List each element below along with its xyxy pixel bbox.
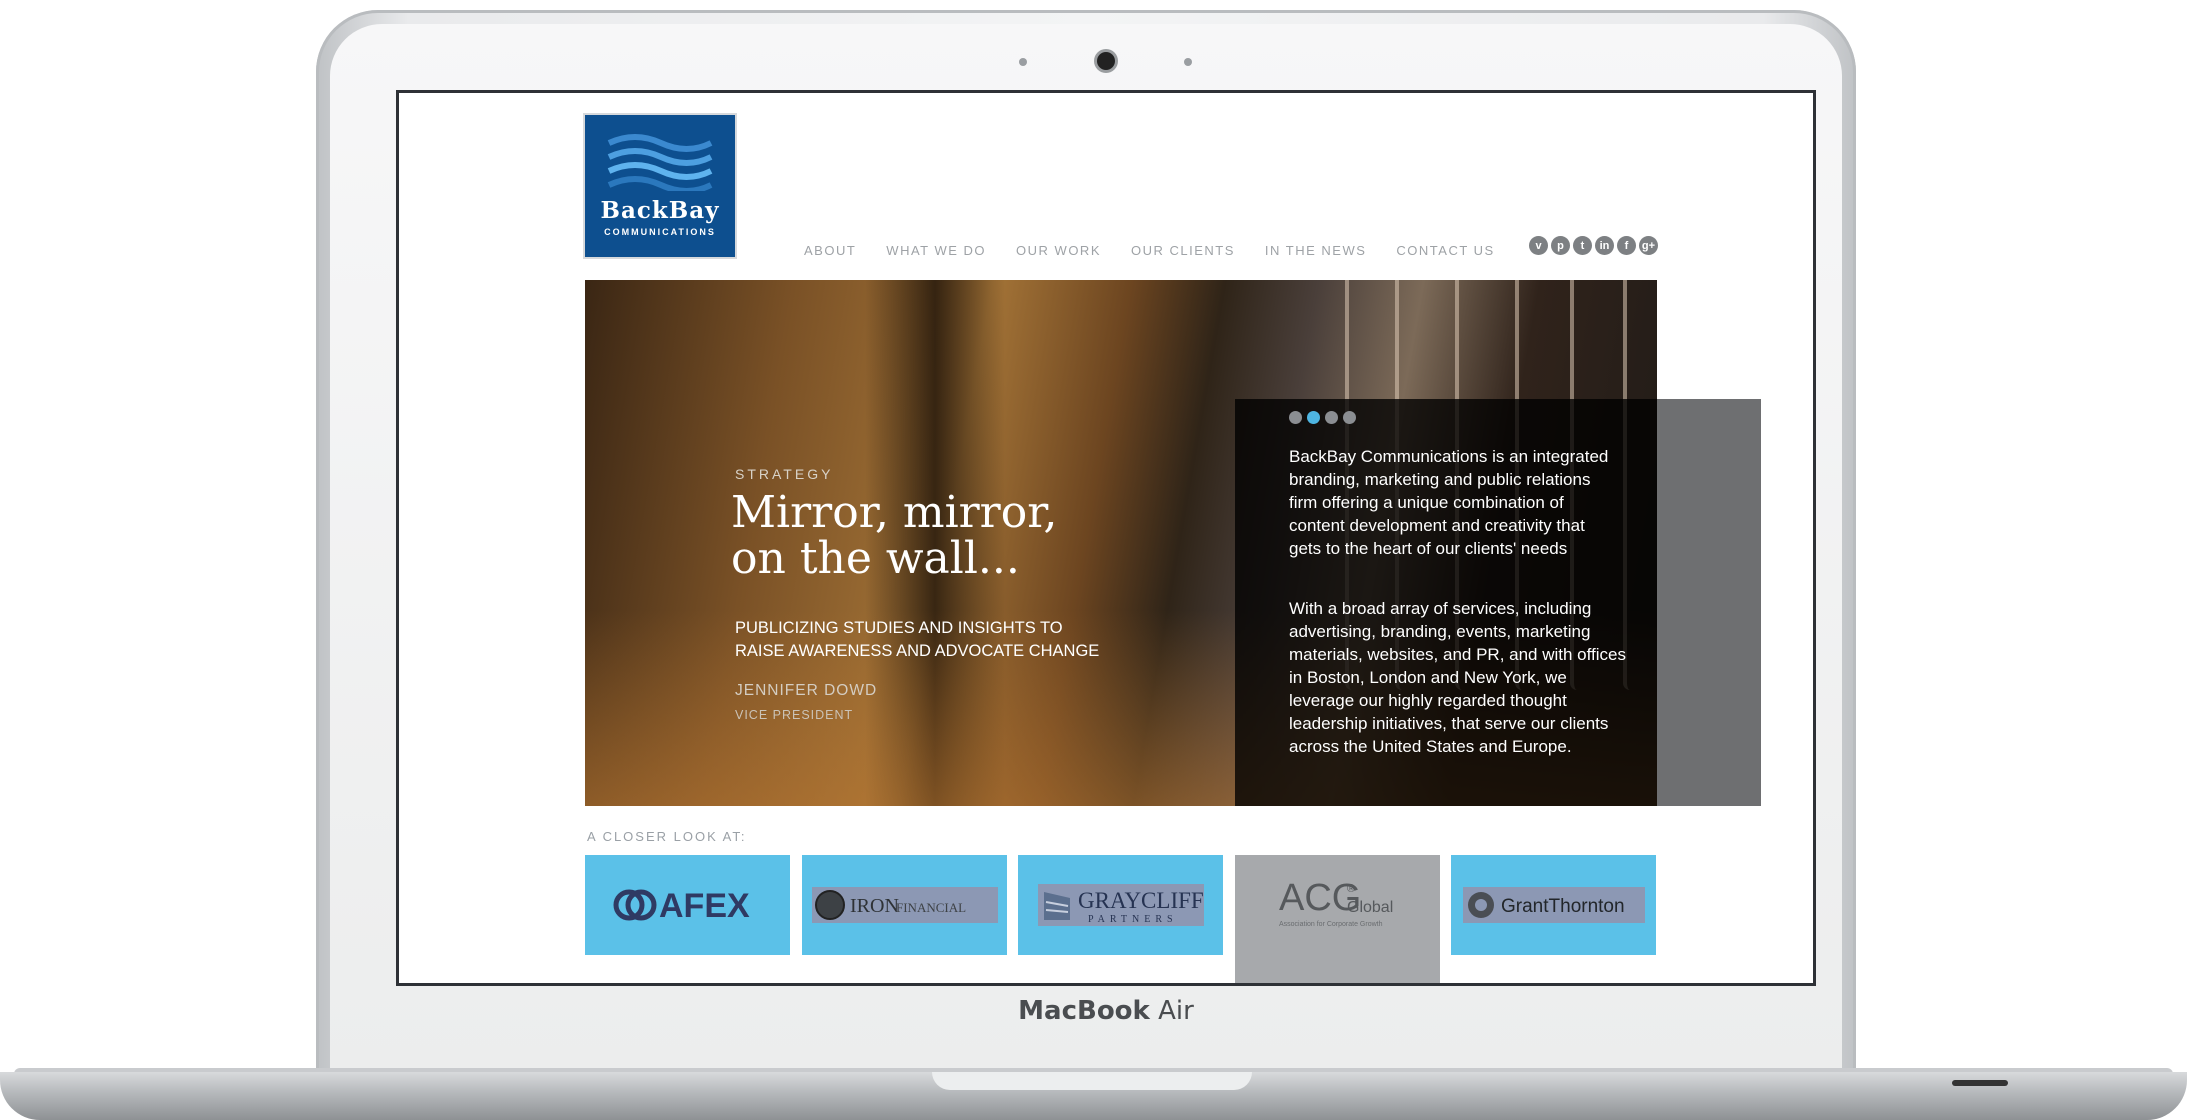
global-text: Global [1347, 899, 1393, 916]
partners-text: PARTNERS [1088, 914, 1178, 925]
nav-in-the-news[interactable]: IN THE NEWS [1265, 243, 1367, 258]
slide-dot[interactable] [1325, 411, 1338, 424]
laptop-notch [932, 1072, 1252, 1090]
social-links: v p t in f g+ [1529, 236, 1658, 255]
acg-global-logo: ACG ® Global Association for Corporate G… [1279, 877, 1393, 928]
nav-our-work[interactable]: OUR WORK [1016, 243, 1101, 258]
nav-contact-us[interactable]: CONTACT US [1396, 243, 1494, 258]
waves-icon [607, 134, 713, 191]
slide-dot[interactable] [1289, 411, 1302, 424]
camera-icon [1097, 52, 1115, 70]
hero-category: STRATEGY [735, 466, 834, 482]
financial-text: FINANCIAL [896, 900, 966, 915]
iron-text: IRON [850, 895, 899, 917]
screen: BackBay COMMUNICATIONS ABOUT WHAT WE DO … [396, 90, 1816, 986]
nav-what-we-do[interactable]: WHAT WE DO [886, 243, 986, 258]
grant-thornton-text: GrantThornton [1501, 896, 1625, 917]
client-afex[interactable]: AFEX [585, 855, 790, 955]
google-plus-icon[interactable]: g+ [1639, 236, 1658, 255]
linkedin-icon[interactable]: in [1595, 236, 1614, 255]
nav-our-clients[interactable]: OUR CLIENTS [1131, 243, 1235, 258]
client-graycliff[interactable]: GRAYCLIFF PARTNERS [1018, 855, 1223, 955]
client-grant-thornton[interactable]: GrantThornton [1451, 855, 1656, 955]
grant-thornton-logo: GrantThornton [1462, 887, 1645, 923]
device-label: MacBook Air [1018, 996, 1194, 1026]
afex-logo: AFEX [613, 887, 750, 925]
slide-dot-active[interactable] [1307, 411, 1320, 424]
iron-financial-logo: IRON FINANCIAL [811, 887, 998, 923]
light-sensor-icon [1184, 58, 1192, 66]
twitter-icon[interactable]: t [1573, 236, 1592, 255]
registered-mark: ® [1347, 883, 1355, 895]
logo-wordmark: BackBay [600, 197, 720, 224]
sleep-indicator [1952, 1080, 2008, 1086]
graycliff-text: GRAYCLIFF [1078, 888, 1204, 913]
hero-person-name: JENNIFER DOWD [735, 682, 878, 699]
vimeo-icon[interactable]: v [1529, 236, 1548, 255]
microphone-icon [1019, 58, 1027, 66]
hero-title: Mirror, mirror, on the wall... [731, 487, 1058, 584]
backbay-logo[interactable]: BackBay COMMUNICATIONS [585, 115, 735, 257]
slide-dots [1289, 411, 1356, 424]
client-logos: AFEX IRON FINANCIAL GRAYCLIFF PARTNERS A… [585, 855, 1657, 983]
panel-extension [1657, 399, 1761, 806]
hero-person-role: VICE PRESIDENT [735, 708, 854, 722]
pinterest-icon[interactable]: p [1551, 236, 1570, 255]
about-paragraph-1: BackBay Communications is an integrated … [1289, 447, 1609, 558]
afex-text: AFEX [659, 887, 750, 925]
slide-dot[interactable] [1343, 411, 1356, 424]
graycliff-logo: GRAYCLIFF PARTNERS [1037, 884, 1204, 926]
facebook-icon[interactable]: f [1617, 236, 1636, 255]
acg-tagline: Association for Corporate Growth [1279, 921, 1383, 928]
client-acg-global[interactable]: ACG ® Global Association for Corporate G… [1235, 855, 1440, 983]
about-panel: BackBay Communications is an integrated … [1235, 399, 1761, 806]
closer-look-label: A CLOSER LOOK AT: [587, 829, 747, 844]
client-iron-financial[interactable]: IRON FINANCIAL [802, 855, 1007, 955]
nav-about[interactable]: ABOUT [804, 243, 856, 258]
logo-subtitle: COMMUNICATIONS [604, 227, 716, 237]
about-paragraph-2: With a broad array of services, includin… [1289, 599, 1627, 756]
main-nav: ABOUT WHAT WE DO OUR WORK OUR CLIENTS IN… [804, 243, 1495, 258]
hero-tagline: PUBLICIZING STUDIES AND INSIGHTS TO RAIS… [735, 619, 1100, 660]
